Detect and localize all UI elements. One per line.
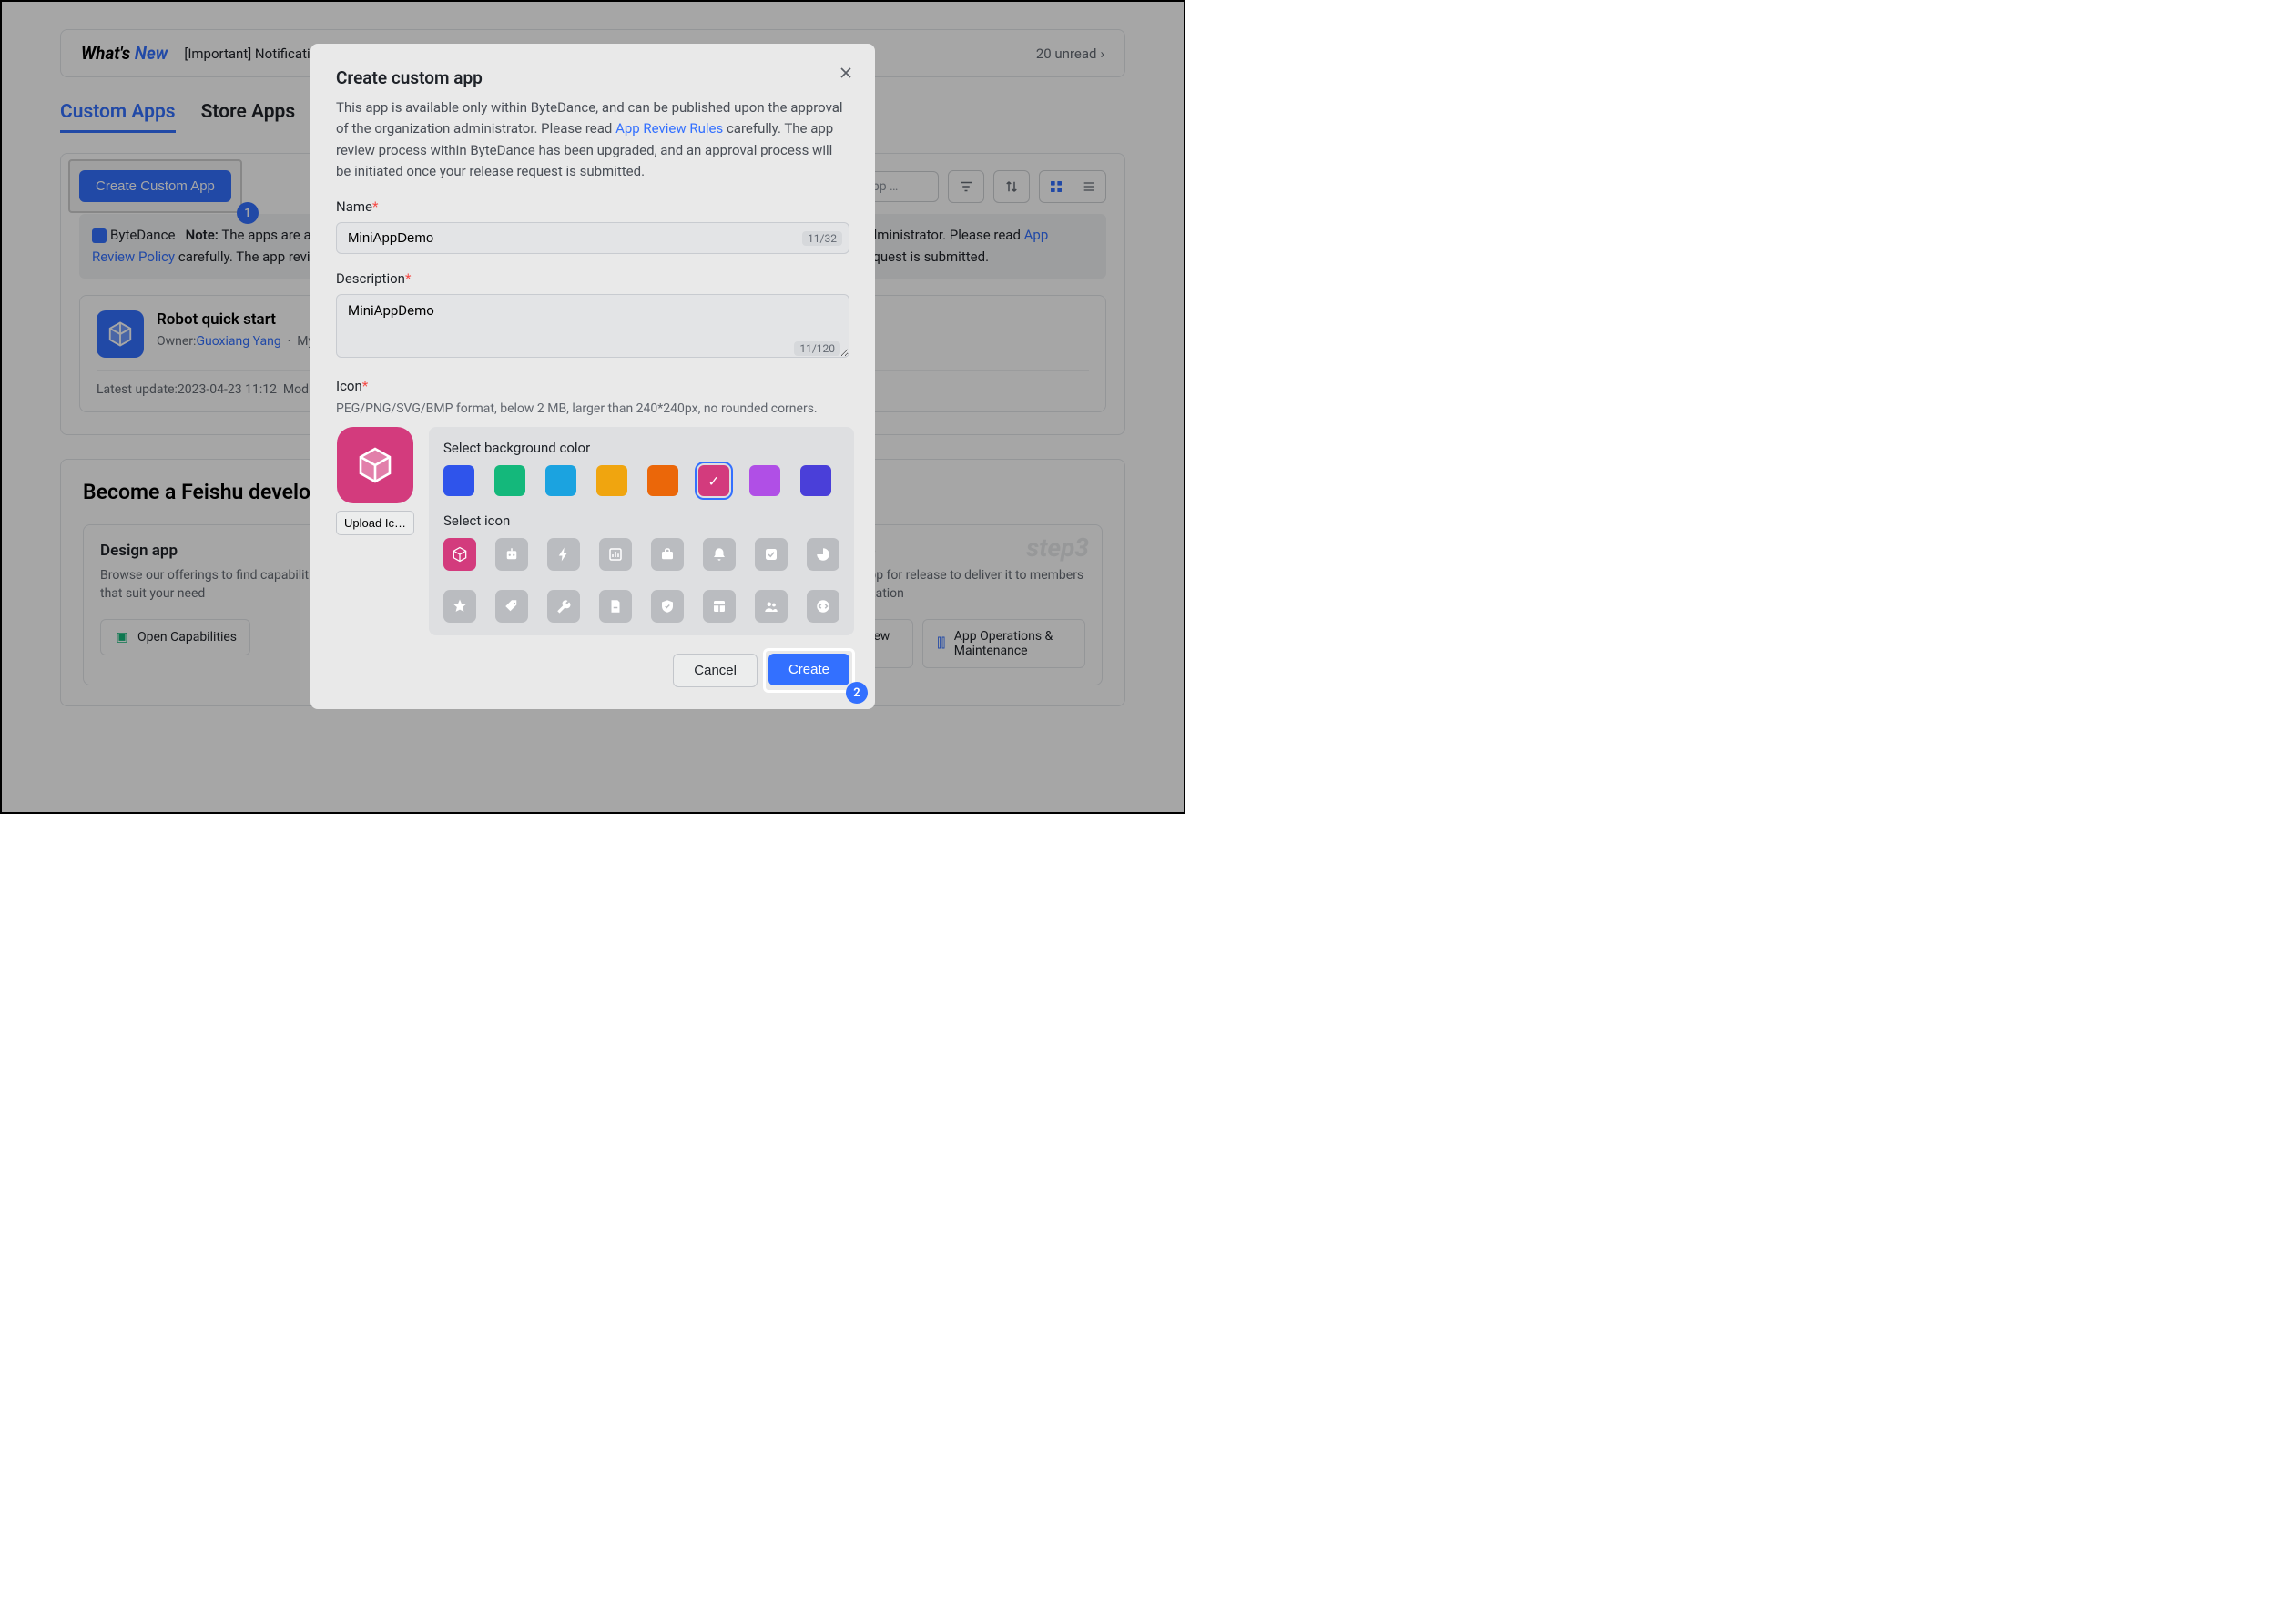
- annotation-2: 2: [846, 682, 868, 704]
- create-app-modal: Create custom app This app is available …: [310, 44, 875, 709]
- description-input[interactable]: [336, 294, 849, 358]
- icon-option-code[interactable]: [807, 590, 839, 623]
- icon-option-robot[interactable]: [495, 538, 528, 571]
- color-swatch[interactable]: [443, 465, 474, 496]
- color-swatch[interactable]: [749, 465, 780, 496]
- icon-preview: [337, 427, 413, 503]
- color-swatch[interactable]: [545, 465, 576, 496]
- close-icon[interactable]: [837, 64, 855, 82]
- icon-option-star[interactable]: [443, 590, 476, 623]
- icon-label: Icon*: [336, 378, 849, 394]
- cancel-button[interactable]: Cancel: [673, 654, 758, 687]
- icon-option-cube[interactable]: [443, 538, 476, 571]
- modal-overlay: Create custom app This app is available …: [2, 2, 1184, 812]
- icon-select-label: Select icon: [443, 513, 839, 529]
- modal-title: Create custom app: [336, 67, 849, 88]
- color-swatches: [443, 465, 839, 496]
- name-label: Name*: [336, 198, 849, 215]
- description-label: Description*: [336, 270, 849, 287]
- name-input[interactable]: [336, 222, 849, 254]
- icon-option-bell[interactable]: [703, 538, 736, 571]
- icon-option-tag[interactable]: [495, 590, 528, 623]
- icon-option-pie[interactable]: [807, 538, 839, 571]
- icon-option-layout[interactable]: [703, 590, 736, 623]
- modal-description: This app is available only within ByteDa…: [336, 97, 849, 182]
- icon-option-doc[interactable]: [599, 590, 632, 623]
- icon-option-shield[interactable]: [651, 590, 684, 623]
- upload-icon-button[interactable]: Upload Ic…: [336, 511, 414, 535]
- desc-counter: 11/120: [794, 341, 840, 356]
- color-swatch[interactable]: [800, 465, 831, 496]
- icon-option-chart[interactable]: [599, 538, 632, 571]
- create-button[interactable]: Create: [768, 654, 849, 685]
- icon-option-wrench[interactable]: [547, 590, 580, 623]
- color-swatch[interactable]: [494, 465, 525, 496]
- icon-grid: [443, 538, 839, 623]
- icon-option-checkbox[interactable]: [755, 538, 788, 571]
- bg-color-label: Select background color: [443, 440, 839, 456]
- color-swatch[interactable]: [596, 465, 627, 496]
- icon-option-briefcase[interactable]: [651, 538, 684, 571]
- color-swatch[interactable]: [647, 465, 678, 496]
- icon-option-bolt[interactable]: [547, 538, 580, 571]
- color-swatch[interactable]: [698, 465, 729, 496]
- icon-hint: PEG/PNG/SVG/BMP format, below 2 MB, larg…: [336, 401, 849, 416]
- icon-option-people[interactable]: [755, 590, 788, 623]
- app-review-rules-link[interactable]: App Review Rules: [615, 120, 723, 137]
- name-counter: 11/32: [802, 231, 842, 246]
